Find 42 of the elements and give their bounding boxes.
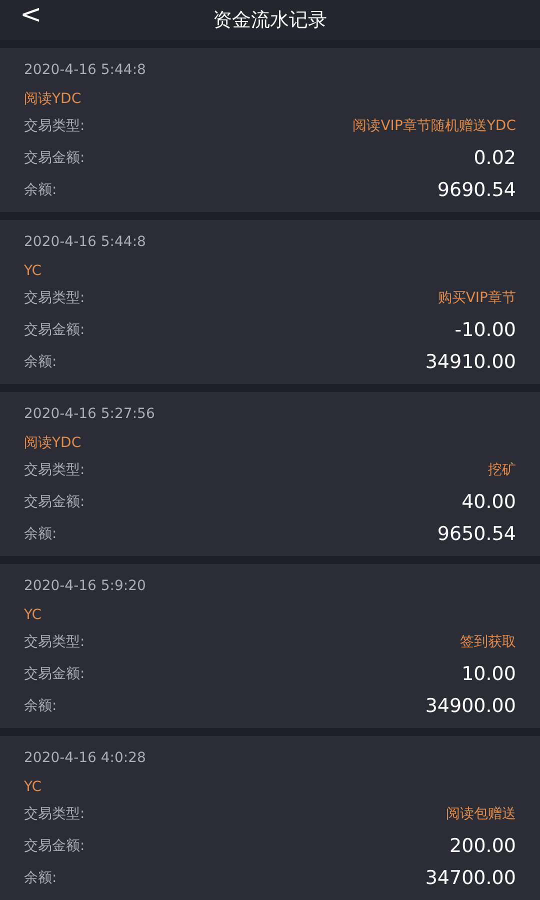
record-time: 2020-4-16 5:44:8: [24, 233, 147, 252]
field-label: 交易类型:: [24, 288, 85, 308]
field-value: 阅读包赠送: [446, 804, 516, 824]
field-value: 34910.00: [425, 350, 516, 375]
record-time: 2020-4-16 5:27:56: [24, 405, 156, 424]
field-label: 交易金额:: [24, 492, 85, 512]
field-value: 阅读VIP章节随机赠送YDC: [352, 116, 516, 136]
field-label: 余额:: [24, 868, 57, 888]
field-label: 余额:: [24, 524, 57, 544]
field-label: 余额:: [24, 696, 57, 716]
field-label: 交易金额:: [24, 148, 85, 168]
field-value: -10.00: [454, 318, 516, 343]
field-value: 0.02: [474, 146, 516, 171]
field-label: 交易金额:: [24, 664, 85, 684]
field-label: 交易金额:: [24, 836, 85, 856]
currency-name: 阅读YDC: [24, 90, 82, 109]
field-value: 9690.54: [437, 178, 516, 203]
field-label: 余额:: [24, 180, 57, 200]
back-button[interactable]: <: [16, 2, 46, 28]
field-label: 交易类型:: [24, 804, 85, 824]
field-value: 签到获取: [460, 632, 516, 652]
field-value: 9650.54: [437, 522, 516, 547]
currency-name: YC: [24, 262, 43, 281]
field-label: 交易类型:: [24, 460, 85, 480]
field-value: 200.00: [450, 834, 516, 859]
field-value: 34900.00: [425, 694, 516, 719]
field-label: 交易类型:: [24, 632, 85, 652]
field-value: 40.00: [462, 490, 516, 515]
field-value: 购买VIP章节: [438, 288, 516, 308]
currency-name: 阅读YDC: [24, 434, 82, 453]
field-label: 交易类型:: [24, 116, 85, 136]
field-value: 挖矿: [488, 460, 516, 480]
record-time: 2020-4-16 5:9:20: [24, 577, 147, 596]
field-label: 交易金额:: [24, 320, 85, 340]
currency-name: YC: [24, 778, 43, 797]
field-label: 余额:: [24, 352, 57, 372]
record-time: 2020-4-16 5:44:8: [24, 61, 147, 80]
currency-name: YC: [24, 606, 43, 625]
page-title: 资金流水记录: [213, 8, 327, 33]
record-time: 2020-4-16 4:0:28: [24, 749, 147, 768]
field-value: 34700.00: [425, 866, 516, 891]
field-value: 10.00: [462, 662, 516, 687]
